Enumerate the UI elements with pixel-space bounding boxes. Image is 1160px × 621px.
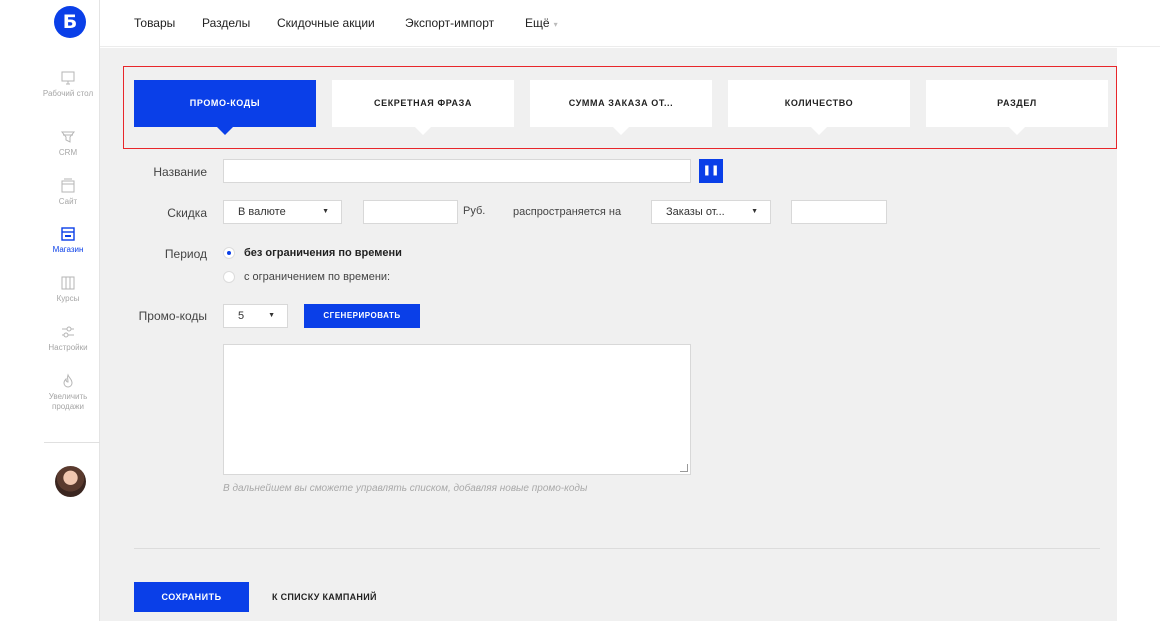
sidebar-item-increase-sales[interactable]: Увеличить продажи — [40, 373, 96, 412]
name-label: Название — [153, 165, 207, 179]
currency-label: Руб. — [463, 205, 486, 217]
logo[interactable]: Б — [54, 6, 86, 38]
monitor-icon — [61, 71, 75, 85]
tab-order-amount[interactable]: СУММА ЗАКАЗА ОТ... — [530, 80, 712, 135]
sidebar: Б Рабочий стол CRM Сайт Магазин Курсы На… — [0, 0, 100, 621]
tab-section[interactable]: РАЗДЕЛ — [926, 80, 1108, 135]
save-button[interactable]: СОХРАНИТЬ — [134, 582, 249, 612]
promo-count-select[interactable]: 5 ▼ — [223, 304, 288, 328]
sidebar-item-label: Рабочий стол — [42, 89, 94, 98]
promo-codes-textarea[interactable] — [223, 344, 691, 475]
nav-item-products[interactable]: Товары — [134, 16, 175, 30]
period-label: Период — [164, 247, 207, 261]
sidebar-item-label: Сайт — [58, 197, 78, 206]
period-limited-radio[interactable] — [223, 271, 235, 283]
nav-item-sections[interactable]: Разделы — [202, 16, 250, 30]
period-unlimited-radio[interactable] — [223, 247, 235, 259]
applies-amount-input[interactable] — [791, 200, 887, 224]
caret-down-icon: ▼ — [322, 208, 329, 215]
pause-icon: ❚❚ — [702, 165, 720, 176]
applies-to-value: Заказы от... — [666, 206, 725, 218]
period-limited-label[interactable]: с ограничением по времени: — [244, 271, 390, 283]
tab-promo-codes[interactable]: ПРОМО-КОДЫ — [134, 80, 316, 135]
discount-type-select[interactable]: В валюте ▼ — [223, 200, 342, 224]
sidebar-item-label: Настройки — [48, 343, 88, 352]
nav-item-more[interactable]: Ещё ▾ — [525, 16, 558, 30]
top-navigation: Товары Разделы Скидочные акции Экспорт-и… — [100, 0, 1160, 47]
name-input[interactable] — [223, 159, 691, 183]
app-window: Б Рабочий стол CRM Сайт Магазин Курсы На… — [0, 0, 1160, 621]
avatar[interactable] — [55, 466, 86, 497]
period-unlimited-label[interactable]: без ограничения по времени — [244, 247, 402, 259]
sliders-icon — [62, 326, 74, 338]
sidebar-item-label: Магазин — [52, 245, 84, 254]
sidebar-item-label: Увеличить продажи — [48, 392, 88, 411]
sidebar-item-label: CRM — [58, 148, 78, 157]
sidebar-item-site[interactable]: Сайт — [40, 178, 96, 207]
sidebar-item-store[interactable]: Магазин — [40, 226, 96, 255]
tab-quantity[interactable]: КОЛИЧЕСТВО — [728, 80, 910, 135]
store-icon — [61, 227, 75, 241]
nav-item-discounts[interactable]: Скидочные акции — [277, 16, 375, 30]
courses-icon — [61, 276, 75, 290]
pause-button[interactable]: ❚❚ — [699, 159, 723, 183]
sidebar-item-label: Курсы — [56, 294, 80, 303]
tab-secret-phrase[interactable]: СЕКРЕТНАЯ ФРАЗА — [332, 80, 514, 135]
generate-button[interactable]: СГЕНЕРИРОВАТЬ — [304, 304, 420, 328]
discount-label: Скидка — [167, 206, 207, 220]
discount-type-value: В валюте — [238, 206, 286, 218]
flame-icon — [63, 373, 73, 388]
applies-to-select[interactable]: Заказы от... ▼ — [651, 200, 771, 224]
caret-down-icon: ▼ — [268, 312, 275, 319]
caret-down-icon: ▼ — [751, 208, 758, 215]
funnel-icon — [60, 131, 76, 143]
applies-to-label: распространяется на — [513, 206, 622, 218]
back-to-campaigns-link[interactable]: К СПИСКУ КАМПАНИЙ — [272, 592, 377, 602]
sidebar-item-settings[interactable]: Настройки — [40, 324, 96, 353]
site-icon — [61, 178, 75, 193]
sidebar-item-crm[interactable]: CRM — [40, 129, 96, 158]
nav-item-export-import[interactable]: Экспорт-импорт — [405, 16, 494, 30]
nav-item-more-label: Ещё — [525, 16, 550, 30]
sidebar-item-desktop[interactable]: Рабочий стол — [40, 70, 96, 99]
section-divider — [134, 548, 1100, 549]
sidebar-item-courses[interactable]: Курсы — [40, 275, 96, 304]
discount-value-input[interactable] — [363, 200, 458, 224]
chevron-down-icon: ▾ — [553, 20, 558, 29]
promo-codes-label: Промо-коды — [138, 309, 207, 323]
promo-codes-hint: В дальнейшем вы сможете управлять списко… — [223, 483, 588, 494]
promo-count-value: 5 — [238, 310, 245, 322]
sidebar-divider — [44, 442, 100, 443]
resize-handle-icon[interactable] — [680, 464, 688, 472]
